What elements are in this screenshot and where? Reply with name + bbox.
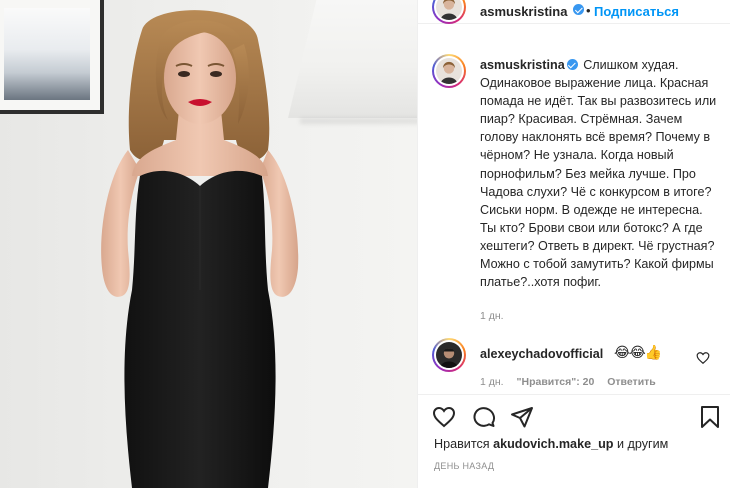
comment-likes[interactable]: "Нравится": 20 (517, 376, 595, 388)
post-photo[interactable] (0, 0, 417, 488)
post-header: asmuskristina • Подписаться (418, 0, 730, 24)
caption-text: asmuskristina Слишком худая. Одинаковое … (480, 56, 720, 291)
comment-icon[interactable] (472, 405, 496, 429)
post-date[interactable]: День назад (434, 461, 494, 471)
woman-figure (101, 10, 299, 488)
heart-icon[interactable] (432, 405, 456, 429)
caption-avatar[interactable] (432, 54, 466, 88)
comment-avatar[interactable] (432, 338, 466, 372)
likes-user[interactable]: akudovich.make_up (493, 437, 613, 451)
comment-meta: 1 дн. "Нравится": 20 Ответить (480, 376, 666, 388)
header-avatar[interactable] (432, 0, 466, 24)
bookmark-icon[interactable] (698, 405, 722, 429)
header-separator: • (586, 3, 591, 18)
likes-prefix: Нравится (434, 437, 490, 451)
action-bar (418, 394, 730, 438)
comment-username[interactable]: alexeychadovofficial (480, 347, 603, 361)
likes-suffix[interactable]: и другим (617, 437, 668, 451)
comment-text: 😂😂👍 (614, 344, 662, 360)
verified-icon (573, 4, 584, 15)
caption-body: Слишком худая. Одинаковое выражение лица… (480, 58, 717, 290)
verified-icon (566, 59, 578, 70)
caption-username[interactable]: asmuskristina (480, 58, 565, 72)
post-side-panel: asmuskristina • Подписаться asmuskristin… (417, 0, 730, 488)
comment-time[interactable]: 1 дн. (480, 376, 504, 388)
header-username[interactable]: asmuskristina (480, 4, 567, 19)
share-icon[interactable] (510, 405, 534, 429)
follow-button[interactable]: Подписаться (594, 4, 679, 19)
likes-summary: Нравится akudovich.make_up и другим (434, 437, 668, 451)
caption-time[interactable]: 1 дн. (480, 310, 504, 322)
comment-like-icon[interactable] (696, 351, 710, 365)
reply-button[interactable]: Ответить (607, 376, 656, 388)
